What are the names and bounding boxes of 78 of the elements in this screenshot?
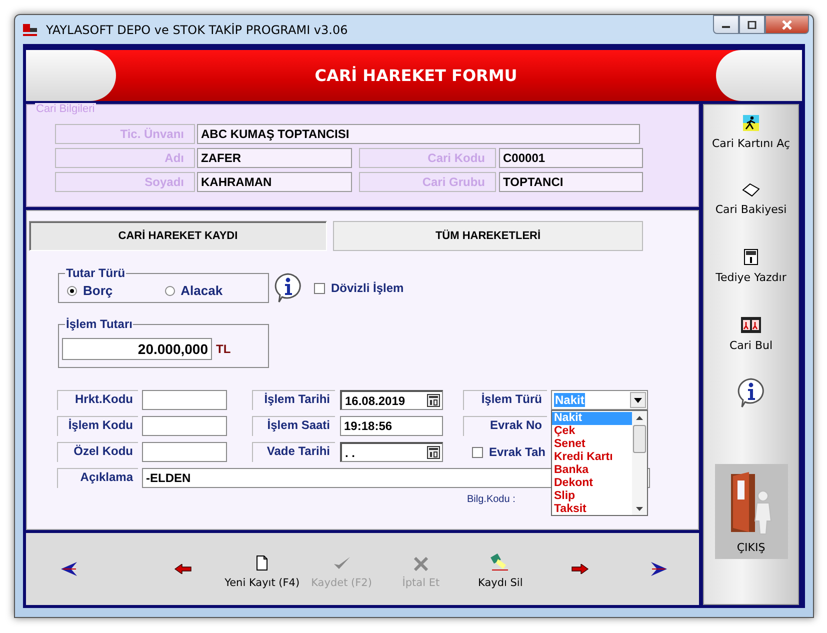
sidebar-button[interactable]: Tediye Yazdır <box>716 249 786 284</box>
checkbox-label[interactable]: Evrak Tah <box>489 445 553 459</box>
field-label: Adı <box>55 148 195 168</box>
calendar-icon[interactable] <box>427 446 440 459</box>
currency-label: TL <box>216 342 231 356</box>
time-field[interactable]: 19:18:56 <box>340 416 443 436</box>
group-legend: Cari Bilgileri <box>35 103 96 115</box>
text-field[interactable] <box>142 416 227 436</box>
field-label: İşlem Kodu <box>57 416 138 436</box>
maximize-button[interactable] <box>739 15 765 34</box>
scroll-up-icon[interactable] <box>636 415 643 420</box>
close-icon <box>781 20 793 30</box>
info-icon[interactable] <box>735 377 767 409</box>
date-field[interactable]: . . <box>340 442 443 462</box>
text-field[interactable]: ZAFER <box>197 148 352 168</box>
field-label: Hrkt.Kodu <box>57 390 138 410</box>
eraser-icon <box>490 553 510 571</box>
sidebar-button[interactable]: Cari Bakiyesi <box>715 183 787 216</box>
list-option[interactable]: Çek <box>552 425 632 438</box>
text-field[interactable]: C00001 <box>499 148 643 168</box>
radio-button[interactable] <box>164 286 175 296</box>
field-label: Açıklama <box>57 468 138 488</box>
field-label: Cari Kodu <box>359 148 496 168</box>
group-legend: Tutar Türü <box>65 266 126 280</box>
field-label: Bilg.Kodu : <box>467 494 516 504</box>
text-field[interactable]: ABC KUMAŞ TOPTANCISI <box>197 124 640 144</box>
app-icon <box>22 22 38 38</box>
scroll-down-icon[interactable] <box>636 507 643 512</box>
scroll-thumb[interactable] <box>633 425 646 453</box>
field-label: Cari Grubu <box>359 172 496 192</box>
text-field[interactable]: KAHRAMAN <box>197 172 352 192</box>
sidebar-button[interactable]: Cari Bul <box>729 317 773 352</box>
film-strip-icon <box>740 317 761 333</box>
toolbar-button[interactable]: Kaydı Sil <box>460 545 540 593</box>
calendar-icon <box>744 249 758 265</box>
radio-button[interactable] <box>67 286 77 296</box>
amount-field[interactable]: 20.000,000 <box>62 338 212 360</box>
calendar-icon[interactable] <box>427 394 440 407</box>
window-title: YAYLASOFT DEPO ve STOK TAKİP PROGRAMI v3.06 <box>46 22 348 36</box>
maximize-icon <box>747 20 757 28</box>
field-label: İşlem Tarihi <box>252 390 335 410</box>
field-label: İşlem Türü <box>463 390 547 410</box>
cross-icon <box>412 557 429 571</box>
document-icon <box>255 555 270 571</box>
checkbox[interactable] <box>472 446 483 458</box>
text-field[interactable]: TOPTANCI <box>499 172 643 192</box>
list-option[interactable]: Taksit <box>552 503 632 516</box>
list-option[interactable]: Dekont <box>552 477 632 490</box>
checkmark-icon <box>332 555 351 571</box>
tab[interactable]: TÜM HAREKETLERİ <box>333 221 643 251</box>
list-option[interactable]: Slip <box>552 490 632 503</box>
checkbox-label[interactable]: Dövizli İşlem <box>331 281 404 295</box>
list-option[interactable]: Kredi Kartı <box>552 451 632 464</box>
running-figure-icon <box>743 115 759 131</box>
form-title: CARİ HAREKET FORMU <box>314 66 518 85</box>
checkbox[interactable] <box>314 282 325 294</box>
selected-value: Nakit <box>554 393 586 407</box>
text-field[interactable] <box>142 390 227 410</box>
field-label: Vade Tarihi <box>252 442 335 462</box>
field-label: Özel Kodu <box>57 442 138 462</box>
group-legend: İşlem Tutarı <box>65 317 134 331</box>
tab[interactable]: CARİ HAREKET KAYDI <box>29 221 327 251</box>
field-label: Tic. Ünvanı <box>55 124 195 144</box>
sidebar-button[interactable]: Cari Kartını Aç <box>712 115 790 150</box>
radio-label[interactable]: Borç <box>83 283 113 298</box>
date-field[interactable]: 16.08.2019 <box>340 390 443 410</box>
info-icon[interactable] <box>272 272 304 304</box>
field-label: İşlem Saati <box>252 416 335 436</box>
field-label: Evrak No <box>463 416 547 436</box>
list-option[interactable]: Senet <box>552 438 632 451</box>
scrollbar[interactable] <box>632 411 647 515</box>
text-field[interactable] <box>142 442 227 462</box>
minimize-button[interactable] <box>713 15 739 34</box>
radio-label[interactable]: Alacak <box>180 283 223 298</box>
field-label: Soyadı <box>55 172 195 192</box>
toolbar-button[interactable]: Yeni Kayıt (F4) <box>222 545 302 593</box>
close-button[interactable] <box>765 15 809 34</box>
exit-button[interactable]: ÇIKIŞ <box>714 464 788 559</box>
